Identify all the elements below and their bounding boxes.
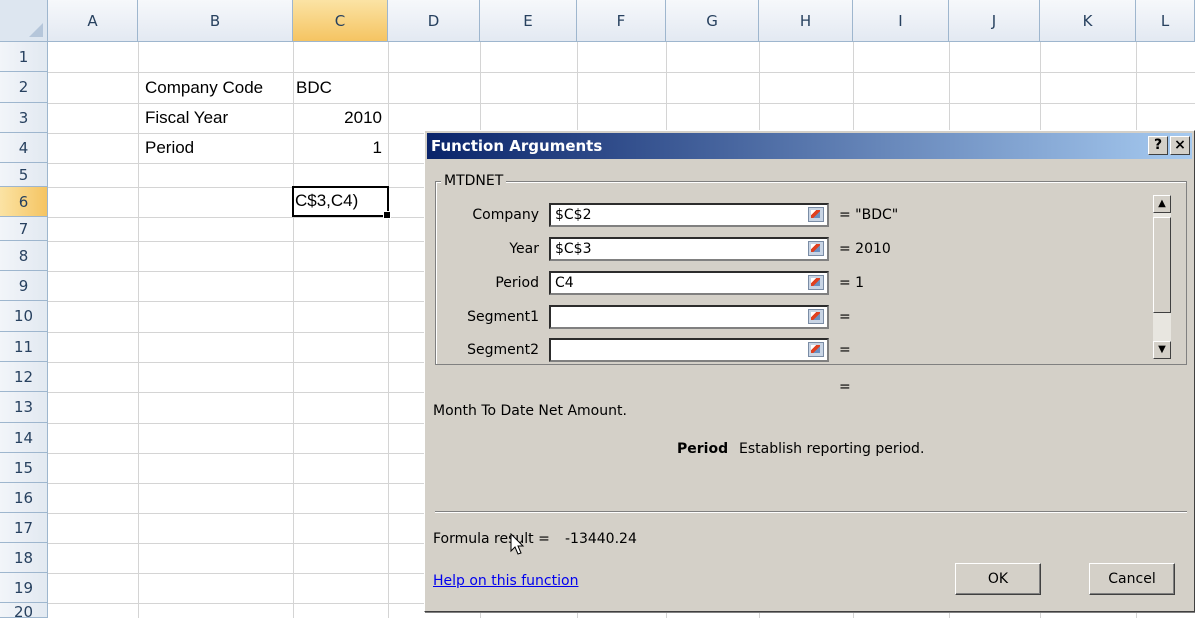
period-input[interactable]: C4 bbox=[549, 271, 829, 295]
arg-label-year: Year bbox=[509, 241, 539, 257]
segment2-input[interactable] bbox=[549, 338, 829, 362]
company-input[interactable]: $C$2 bbox=[549, 203, 829, 227]
row-header-18[interactable]: 18 bbox=[0, 543, 48, 573]
row-header-3[interactable]: 3 bbox=[0, 103, 48, 133]
function-description: Month To Date Net Amount. bbox=[433, 403, 627, 419]
column-header-f[interactable]: F bbox=[577, 0, 666, 42]
column-header-a[interactable]: A bbox=[48, 0, 138, 42]
row-header-9[interactable]: 9 bbox=[0, 271, 48, 301]
divider bbox=[435, 511, 1187, 513]
column-header-c[interactable]: C bbox=[293, 0, 388, 42]
row-header-4[interactable]: 4 bbox=[0, 133, 48, 163]
cell-b3[interactable]: Fiscal Year bbox=[145, 108, 228, 128]
scrollbar-thumb[interactable] bbox=[1153, 217, 1171, 313]
gridline bbox=[48, 103, 1195, 104]
row-header-14[interactable]: 14 bbox=[0, 423, 48, 453]
row-header-10[interactable]: 10 bbox=[0, 301, 48, 332]
help-question-button[interactable]: ? bbox=[1148, 136, 1168, 155]
period-input-value: C4 bbox=[555, 275, 574, 291]
gridline bbox=[388, 42, 389, 618]
year-input-value: $C$3 bbox=[555, 241, 592, 257]
column-header-g[interactable]: G bbox=[666, 0, 759, 42]
row-header-16[interactable]: 16 bbox=[0, 483, 48, 513]
cancel-button[interactable]: Cancel bbox=[1089, 563, 1175, 595]
column-header-l[interactable]: L bbox=[1136, 0, 1195, 42]
company-input-value: $C$2 bbox=[555, 207, 592, 223]
gridline bbox=[138, 42, 139, 618]
row-header-15[interactable]: 15 bbox=[0, 453, 48, 483]
row-header-8[interactable]: 8 bbox=[0, 241, 48, 271]
gridline bbox=[48, 72, 1195, 73]
row-header-6[interactable]: 6 bbox=[0, 187, 48, 217]
row-header-11[interactable]: 11 bbox=[0, 332, 48, 362]
scroll-up-arrow-icon[interactable]: ▲ bbox=[1153, 195, 1171, 213]
column-header-b[interactable]: B bbox=[138, 0, 293, 42]
help-on-function-link[interactable]: Help on this function bbox=[433, 573, 578, 589]
selected-argument-description: Establish reporting period. bbox=[739, 441, 925, 457]
cell-b2[interactable]: Company Code bbox=[145, 78, 263, 98]
arg-result-segment2: = bbox=[839, 342, 851, 358]
selected-argument-name: Period bbox=[677, 441, 729, 457]
active-cell-c6[interactable]: C$3,C4) bbox=[292, 186, 391, 219]
arg-result-period: = 1 bbox=[839, 275, 865, 291]
arg-label-company: Company bbox=[472, 207, 539, 223]
cell-c4[interactable]: 1 bbox=[296, 138, 382, 158]
dialog-title: Function Arguments bbox=[431, 137, 603, 155]
arg-label-period: Period bbox=[495, 275, 539, 291]
segment1-input[interactable] bbox=[549, 305, 829, 329]
column-header-d[interactable]: D bbox=[388, 0, 480, 42]
arg-label-segment2: Segment2 bbox=[467, 342, 539, 358]
row-header-7[interactable]: 7 bbox=[0, 217, 48, 241]
gridline bbox=[293, 42, 294, 618]
overall-result: = bbox=[839, 379, 851, 395]
formula-result-value: -13440.24 bbox=[565, 531, 637, 547]
arg-result-segment1: = bbox=[839, 309, 851, 325]
row-header-5[interactable]: 5 bbox=[0, 163, 48, 187]
function-name-label: MTDNET bbox=[441, 173, 507, 189]
row-header-2[interactable]: 2 bbox=[0, 72, 48, 103]
arg-label-segment1: Segment1 bbox=[467, 309, 539, 325]
select-all-corner[interactable] bbox=[0, 0, 48, 42]
arg-result-company: = "BDC" bbox=[839, 207, 899, 223]
cell-b4[interactable]: Period bbox=[145, 138, 194, 158]
collapse-dialog-icon[interactable] bbox=[808, 309, 824, 324]
row-header-17[interactable]: 17 bbox=[0, 513, 48, 543]
column-header-i[interactable]: I bbox=[853, 0, 949, 42]
column-header-h[interactable]: H bbox=[759, 0, 853, 42]
collapse-dialog-icon[interactable] bbox=[808, 241, 824, 256]
collapse-dialog-icon[interactable] bbox=[808, 275, 824, 290]
arguments-scrollbar[interactable]: ▲ ▼ bbox=[1153, 195, 1171, 359]
dialog-title-bar[interactable]: Function Arguments ? × bbox=[427, 133, 1192, 159]
row-header-13[interactable]: 13 bbox=[0, 392, 48, 423]
row-header-12[interactable]: 12 bbox=[0, 362, 48, 392]
column-header-e[interactable]: E bbox=[480, 0, 577, 42]
mouse-pointer-icon bbox=[510, 533, 525, 555]
function-arguments-dialog: Function Arguments ? × MTDNET Company $C… bbox=[424, 130, 1195, 612]
formula-result-label: Formula result = bbox=[433, 531, 550, 547]
row-header-20[interactable]: 20 bbox=[0, 603, 48, 621]
scroll-down-arrow-icon[interactable]: ▼ bbox=[1153, 341, 1171, 359]
collapse-dialog-icon[interactable] bbox=[808, 207, 824, 222]
arg-result-year: = 2010 bbox=[839, 241, 891, 257]
cell-c3[interactable]: 2010 bbox=[296, 108, 382, 128]
column-header-j[interactable]: J bbox=[949, 0, 1040, 42]
ok-button[interactable]: OK bbox=[955, 563, 1041, 595]
row-header-1[interactable]: 1 bbox=[0, 42, 48, 72]
year-input[interactable]: $C$3 bbox=[549, 237, 829, 261]
cell-c2[interactable]: BDC bbox=[296, 78, 332, 98]
column-header-k[interactable]: K bbox=[1040, 0, 1136, 42]
row-header-19[interactable]: 19 bbox=[0, 573, 48, 603]
close-button[interactable]: × bbox=[1170, 136, 1190, 155]
collapse-dialog-icon[interactable] bbox=[808, 342, 824, 357]
